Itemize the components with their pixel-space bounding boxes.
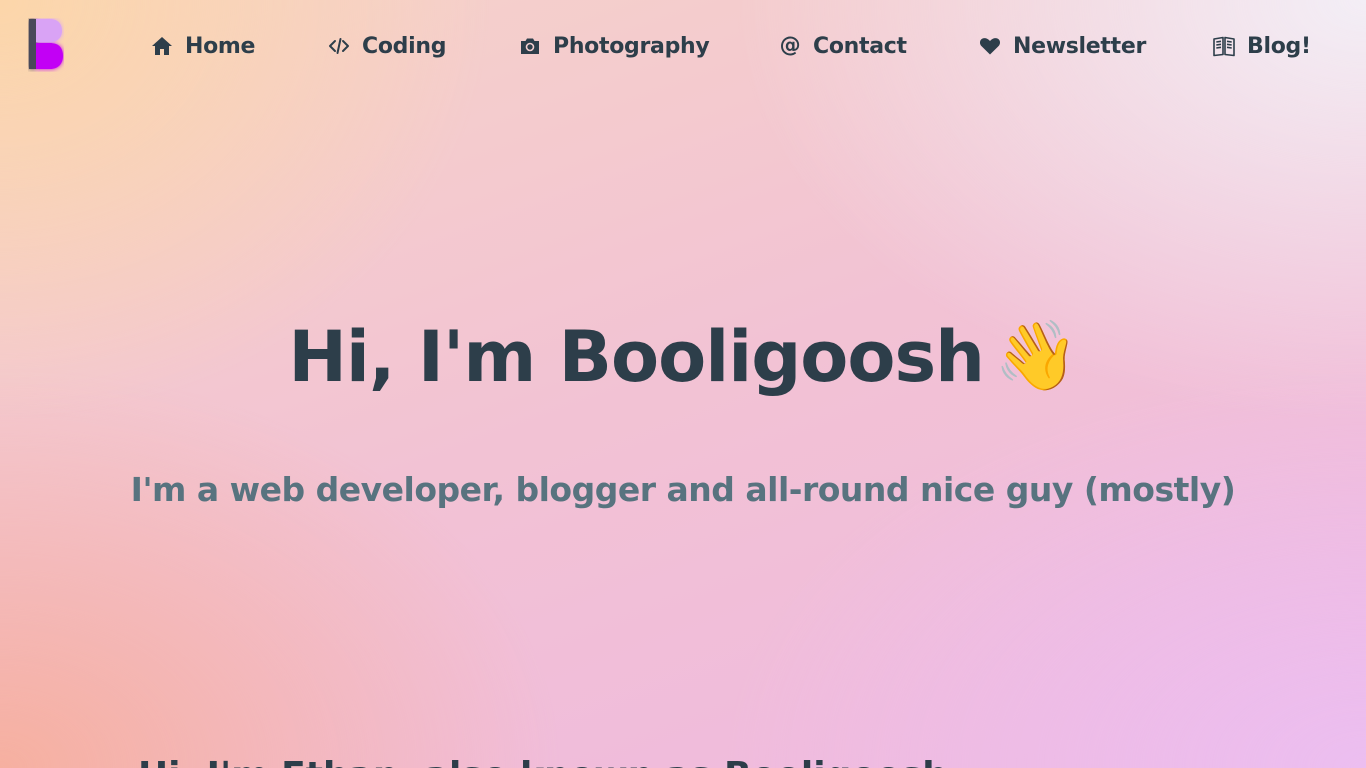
hero-title: Hi, I'm Booligoosh 👋	[0, 312, 1366, 402]
nav-item-contact[interactable]: @ Contact	[778, 28, 907, 64]
nav-item-coding[interactable]: Coding	[327, 28, 446, 64]
home-icon	[150, 34, 174, 58]
nav-item-photography[interactable]: Photography	[518, 28, 710, 64]
nav-item-label: Newsletter	[1013, 33, 1147, 59]
main-nav: Home Coding Photography @ Contact Newsle…	[0, 28, 1366, 64]
nav-item-label: Photography	[553, 33, 710, 59]
nav-item-home[interactable]: Home	[150, 28, 255, 64]
svg-text:@: @	[780, 34, 801, 57]
hero-subtitle: I'm a web developer, blogger and all-rou…	[130, 470, 1236, 509]
section-heading: Hi, I'm Ethan, also known as Booligoosh	[138, 752, 948, 768]
code-icon	[327, 34, 351, 58]
heart-icon	[978, 34, 1002, 58]
nav-item-label: Home	[185, 33, 256, 59]
nav-item-newsletter[interactable]: Newsletter	[978, 28, 1146, 64]
waving-hand-icon: 👋	[993, 317, 1079, 396]
nav-item-label: Contact	[813, 33, 907, 59]
nav-item-blog[interactable]: Blog!	[1212, 28, 1311, 64]
nav-item-label: Blog!	[1247, 33, 1311, 59]
at-icon: @	[778, 34, 802, 58]
nav-item-label: Coding	[362, 33, 447, 59]
camera-icon	[518, 34, 542, 58]
book-icon	[1212, 34, 1236, 58]
hero-title-text: Hi, I'm Booligoosh	[288, 316, 985, 398]
